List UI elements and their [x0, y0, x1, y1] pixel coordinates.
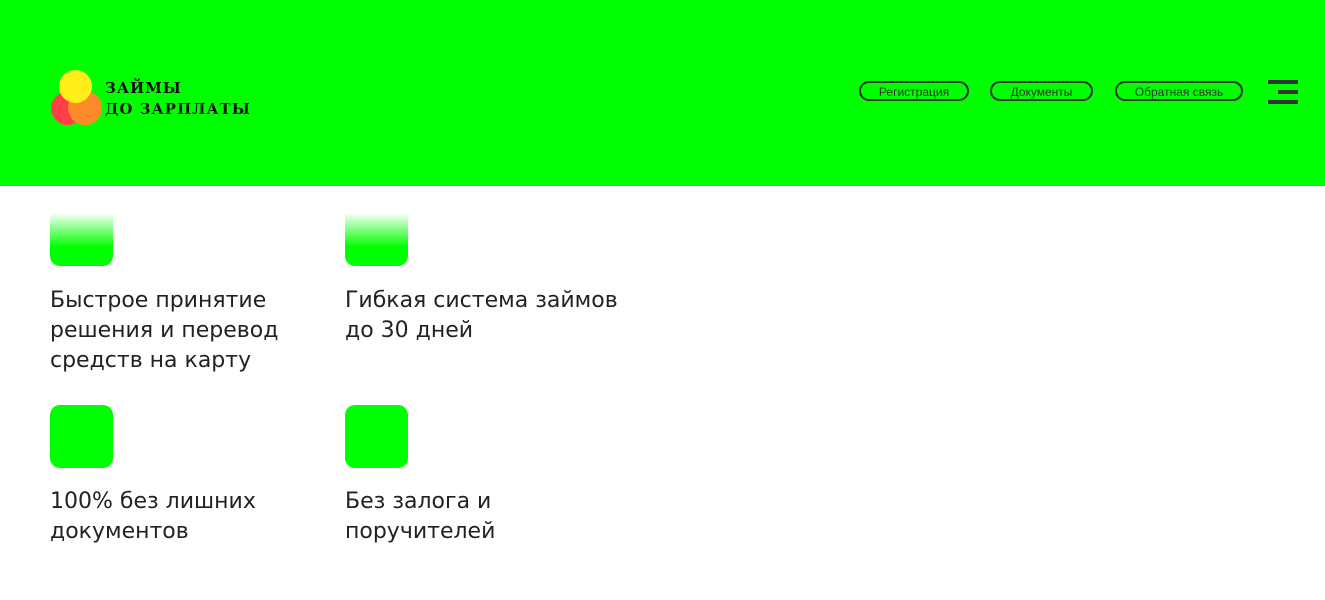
menu-line: [1278, 90, 1298, 94]
menu-line: [1268, 100, 1298, 104]
feature-icon-no-documents: [50, 405, 113, 468]
site-logo[interactable]: ЗАЙМЫ ДО ЗАРПЛАТЫ: [50, 70, 270, 126]
hamburger-menu-icon[interactable]: [1264, 80, 1298, 106]
feature-icon-flexible: [345, 203, 408, 266]
logo-circles-icon: [50, 70, 104, 126]
logo-text: ЗАЙМЫ ДО ЗАРПЛАТЫ: [105, 78, 251, 120]
site-header: ЗАЙМЫ ДО ЗАРПЛАТЫ Регистрация Документы …: [0, 0, 1325, 186]
nav-documents-button[interactable]: Документы: [990, 81, 1093, 101]
feature-icon-fast: [50, 203, 113, 266]
feature-icon-no-collateral: [345, 405, 408, 468]
feature-text-fast: Быстрое принятие решения и перевод средс…: [50, 288, 279, 373]
feature-text-no-collateral: Без залога и поручителей: [345, 489, 496, 544]
logo-circle-yellow: [59, 70, 92, 103]
logo-text-line2: ДО ЗАРПЛАТЫ: [105, 100, 251, 118]
feature-text-flexible: Гибкая система займов до 30 дней: [345, 288, 618, 343]
nav-feedback-button[interactable]: Обратная связь: [1115, 81, 1243, 101]
nav-registration-button[interactable]: Регистрация: [859, 81, 969, 101]
feature-text-no-documents: 100% без лишних документов: [50, 489, 256, 544]
logo-text-line1: ЗАЙМЫ: [105, 79, 182, 97]
menu-line: [1268, 80, 1298, 84]
